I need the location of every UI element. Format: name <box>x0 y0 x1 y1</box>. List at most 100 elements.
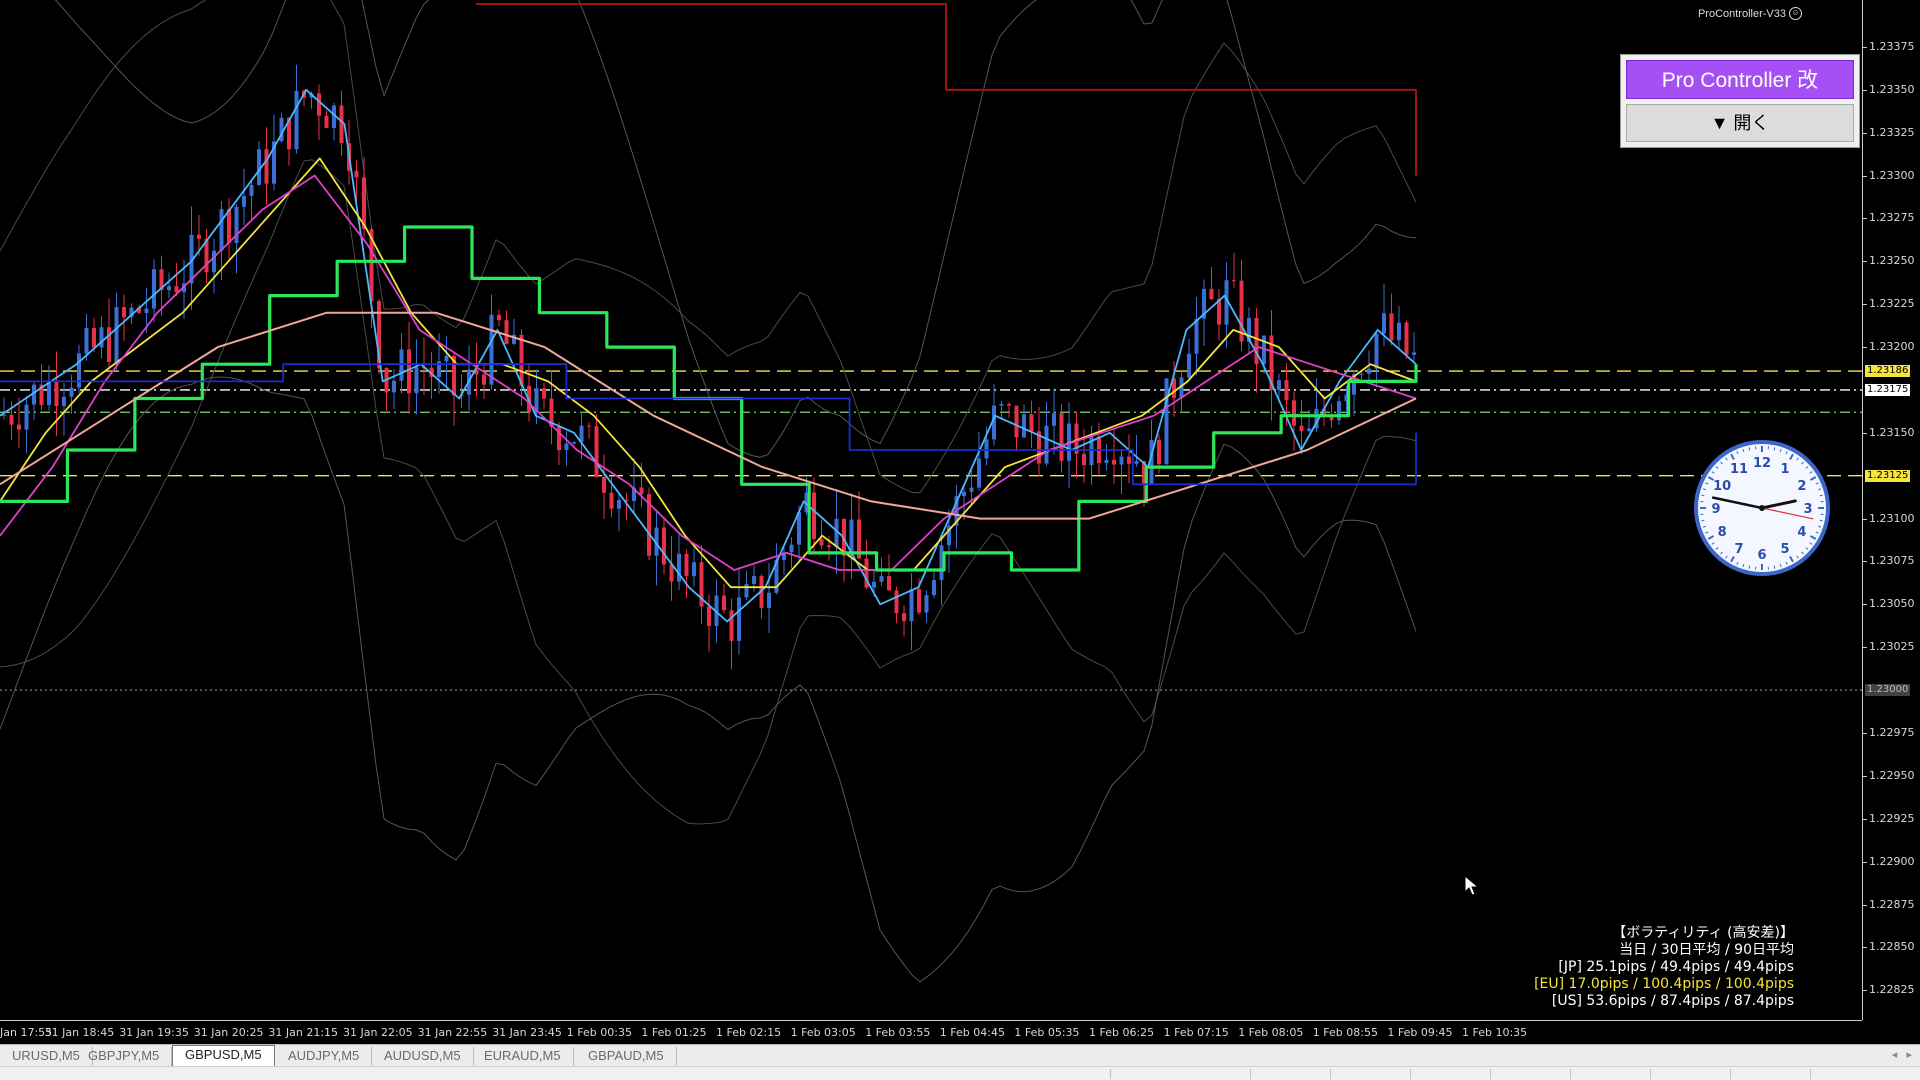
candle <box>242 168 246 225</box>
clock-number: 5 <box>1780 542 1789 557</box>
candle <box>2 397 6 420</box>
bollinger-band-line <box>54 0 1417 458</box>
candle <box>1239 259 1244 351</box>
candle <box>1014 405 1019 452</box>
candle <box>1007 401 1011 418</box>
candle <box>812 477 816 554</box>
candle <box>1119 449 1124 494</box>
candle <box>1164 377 1169 465</box>
pro-controller-panel: Pro Controller 改 ▼ 開く <box>1620 54 1860 148</box>
candle <box>272 114 276 191</box>
candle <box>152 259 156 323</box>
candle <box>557 421 561 466</box>
smiley-icon: ☺ <box>1789 7 1802 20</box>
clock-number: 6 <box>1757 548 1766 563</box>
chart-tab[interactable]: EURAUD,M5 <box>472 1047 574 1066</box>
candle <box>564 431 569 466</box>
candle <box>47 365 51 411</box>
price-chart[interactable] <box>0 0 1862 1020</box>
volatility-title: 【ボラティリティ (高安差)】 <box>1612 925 1794 941</box>
price-tick: 1.23300 <box>1863 168 1915 182</box>
price-tick: 1.23325 <box>1863 125 1915 139</box>
candle <box>1374 331 1379 388</box>
chart-tab[interactable]: GBPJPY,M5 <box>76 1047 173 1066</box>
candle <box>1404 320 1409 359</box>
price-tick: 1.22825 <box>1863 983 1915 997</box>
price-tick: 1.23250 <box>1863 254 1915 268</box>
candle <box>1052 388 1056 455</box>
candle <box>902 605 906 637</box>
candle <box>849 493 854 579</box>
candle <box>887 554 891 591</box>
candle <box>1067 402 1071 488</box>
candle <box>167 272 171 299</box>
price-tick: 1.22875 <box>1863 897 1915 911</box>
candle <box>497 309 501 327</box>
tab-scroll-arrows[interactable]: ◂ ▸ <box>1892 1048 1912 1061</box>
candle <box>1127 434 1131 484</box>
candle <box>782 547 786 575</box>
candle <box>114 292 119 370</box>
indicator-name: ProController-V33 <box>1697 7 1786 20</box>
candle <box>212 238 216 294</box>
candle <box>1292 391 1296 451</box>
bollinger-band-line <box>0 0 1417 494</box>
candle <box>924 590 929 623</box>
price-tick: 1.23350 <box>1863 82 1915 96</box>
candle <box>654 509 659 586</box>
chart-tab[interactable]: GBPAUD,M5 <box>576 1047 677 1066</box>
candle <box>632 458 636 513</box>
time-tick: 31 Jan 21:15 <box>268 1026 339 1039</box>
candle <box>482 363 486 400</box>
candle <box>1269 309 1274 421</box>
clock-number: 9 <box>1711 502 1720 517</box>
pro-controller-indicator-label: ProController-V33 ☺ <box>1698 7 1802 20</box>
price-tick: 1.23025 <box>1863 640 1915 654</box>
time-tick: 1 Feb 04:45 <box>939 1026 1005 1039</box>
chart-tab[interactable]: GBPUSD,M5 <box>172 1045 275 1068</box>
time-tick: 1 Feb 08:05 <box>1238 1026 1304 1039</box>
candle <box>204 228 209 284</box>
candle <box>414 339 419 415</box>
candle <box>932 570 936 599</box>
candle <box>1217 289 1221 341</box>
clock-number: 2 <box>1797 479 1806 494</box>
chart-tab[interactable]: AUDUSD,M5 <box>372 1047 474 1066</box>
candle <box>1389 293 1394 345</box>
volatility-us: [US] 53.6pips / 87.4pips / 87.4pips <box>1551 993 1794 1009</box>
candle <box>407 321 411 414</box>
candle <box>1187 338 1191 379</box>
candle <box>744 570 749 601</box>
status-bar <box>0 1066 1920 1080</box>
pro-controller-title-button[interactable]: Pro Controller 改 <box>1626 60 1854 99</box>
price-level-label: 1.23125 <box>1865 469 1911 482</box>
price-level-label: 1.23000 <box>1865 684 1911 697</box>
mouse-cursor-icon <box>1464 875 1480 896</box>
chart-area[interactable]: ProController-V33 ☺ 【ボラティリティ (高安差)】 当日 /… <box>0 0 1862 1020</box>
status-separator <box>1250 1069 1251 1079</box>
candle <box>1074 411 1079 479</box>
time-tick: 1 Feb 00:35 <box>566 1026 632 1039</box>
status-separator <box>1810 1069 1811 1079</box>
open-panel-button[interactable]: ▼ 開く <box>1626 104 1854 142</box>
price-tick: 1.22900 <box>1863 854 1915 868</box>
candle <box>909 572 914 651</box>
candle <box>594 414 599 478</box>
volatility-panel: 【ボラティリティ (高安差)】 当日 / 30日平均 / 90日平均 [JP] … <box>1534 925 1794 1010</box>
chart-tab[interactable]: AUDJPY,M5 <box>276 1047 373 1066</box>
time-tick: 1 Feb 03:55 <box>865 1026 931 1039</box>
clock-number: 11 <box>1730 462 1748 477</box>
candle <box>332 102 336 141</box>
clock-number: 10 <box>1713 479 1731 494</box>
status-separator <box>1570 1069 1571 1079</box>
time-tick: 31 Jan 19:35 <box>119 1026 189 1039</box>
clock-number: 3 <box>1803 502 1812 517</box>
candle <box>504 310 509 345</box>
candle <box>32 382 36 420</box>
indicator-line-ma-slow <box>0 174 1417 571</box>
candle <box>249 181 254 221</box>
candle <box>384 367 389 411</box>
price-level-label: 1.23186 <box>1865 365 1911 378</box>
status-separator <box>1730 1069 1731 1079</box>
candle <box>954 485 959 549</box>
